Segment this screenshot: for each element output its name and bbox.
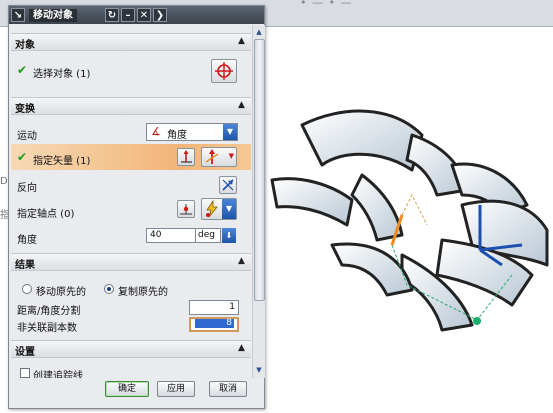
motion-dropdown[interactable]: ∡ 角度 ▼ <box>146 123 238 141</box>
move-original-radio[interactable] <box>22 284 32 294</box>
angle-motion-icon: ∡ <box>151 125 161 138</box>
blade <box>270 177 354 227</box>
motion-value: 角度 <box>167 130 187 141</box>
point-type-dropdown[interactable]: ▼ <box>201 198 237 220</box>
background-letter: D <box>0 176 8 187</box>
inferred-point-icon <box>206 199 218 218</box>
move-original-label: 移动原先的 <box>36 287 86 298</box>
check-icon: ✔ <box>17 150 28 164</box>
specify-vector-label: 指定矢量 (1) <box>33 156 91 167</box>
object-section-title: 对象 <box>15 40 35 51</box>
minimize-icon[interactable]: – <box>121 8 135 22</box>
inferred-vector-icon <box>205 149 219 164</box>
collapse-up-icon[interactable]: ▲ <box>235 99 248 112</box>
scroll-down-icon[interactable]: ▼ <box>254 365 264 375</box>
specify-axis-point-label: 指定轴点 (0) <box>17 209 75 220</box>
angle-input[interactable]: 40 <box>146 228 196 243</box>
dialog-title: 移动对象 <box>29 9 77 22</box>
move-object-dialog: ↘ 移动对象 ↻ – ✕ ❯ 对象 ▲ ✔ 选择对象 (1) 变换 ▲ 运动 ∡ <box>8 5 265 409</box>
create-trace-checkbox[interactable] <box>20 368 30 378</box>
distance-angle-split-label: 距离/角度分割 <box>17 306 81 317</box>
collapse-up-icon[interactable]: ▲ <box>235 35 248 48</box>
vertical-scrollbar[interactable]: ▲ ▼ <box>252 25 265 378</box>
non-associative-copies-input[interactable]: 8 <box>189 317 239 332</box>
dialog-footer: 确定 应用 取消 <box>9 378 264 408</box>
cancel-button[interactable]: 取消 <box>209 381 247 397</box>
chevron-down-icon[interactable]: ▼ <box>223 124 237 140</box>
background-letter: 指 <box>0 210 10 221</box>
scrollbar-thumb[interactable] <box>254 39 265 301</box>
point-constructor-icon <box>180 204 192 215</box>
blade <box>330 242 414 297</box>
non-associative-copies-value: 8 <box>195 319 234 328</box>
transform-section-header[interactable]: 变换 ▲ <box>11 97 251 115</box>
angle-unit[interactable]: deg <box>196 228 221 243</box>
copy-original-label: 复制原先的 <box>118 287 168 298</box>
ok-button[interactable]: 确定 <box>105 381 149 397</box>
reverse-direction-icon <box>222 179 234 191</box>
vector-constructor-icon <box>181 150 192 163</box>
angle-label: 角度 <box>17 235 37 246</box>
close-icon[interactable]: ✕ <box>137 8 151 22</box>
blade <box>350 173 404 242</box>
reset-icon[interactable]: ↻ <box>105 8 119 22</box>
reverse-label: 反向 <box>17 183 37 194</box>
dialog-menu-icon[interactable]: ↘ <box>11 8 25 22</box>
select-object-label: 选择对象 (1) <box>33 69 91 80</box>
distance-angle-split-input[interactable]: 1 <box>189 300 239 315</box>
create-trace-label: 创建追踪线 <box>33 371 83 378</box>
select-object-button[interactable] <box>211 59 237 83</box>
scroll-up-icon[interactable]: ▲ <box>254 27 264 37</box>
non-associative-copies-label: 非关联副本数 <box>17 323 77 334</box>
check-icon: ✔ <box>17 63 28 77</box>
reverse-direction-button[interactable] <box>219 176 237 194</box>
copy-original-radio[interactable] <box>104 284 114 294</box>
settings-section-title: 设置 <box>15 347 35 358</box>
motion-label: 运动 <box>17 131 37 142</box>
dialog-titlebar: ↘ 移动对象 ↻ – ✕ ❯ <box>9 6 264 24</box>
dialog-content: 对象 ▲ ✔ 选择对象 (1) 变换 ▲ 运动 ∡ 角度 ▼ ✔ 指定矢量 (1… <box>9 25 252 378</box>
result-section-title: 结果 <box>15 260 35 271</box>
vector-dialog-button[interactable] <box>177 148 195 166</box>
blade-surfaces <box>270 109 549 332</box>
copied-blades-model[interactable] <box>262 95 552 340</box>
apply-button[interactable]: 应用 <box>157 381 195 397</box>
blade <box>300 109 424 172</box>
transform-section-title: 变换 <box>15 104 35 115</box>
collapse-up-icon[interactable]: ▲ <box>235 342 248 355</box>
settings-section-header[interactable]: 设置 ▲ <box>11 340 251 358</box>
crosshair-icon <box>215 62 233 80</box>
object-section-header[interactable]: 对象 ▲ <box>11 33 251 51</box>
collapse-up-icon[interactable]: ▲ <box>235 255 248 268</box>
background-title-text: • — • — <box>300 0 353 9</box>
angle-unit-menu-icon[interactable]: ⬇ <box>222 228 236 243</box>
chevron-down-icon[interactable]: ▼ <box>229 152 234 160</box>
point-dialog-button[interactable] <box>177 200 195 218</box>
result-section-header[interactable]: 结果 ▲ <box>11 253 251 271</box>
chevron-right-icon[interactable]: ❯ <box>153 8 167 22</box>
chevron-down-icon[interactable]: ▼ <box>222 199 236 219</box>
vector-type-dropdown[interactable]: ▼ <box>201 147 237 167</box>
